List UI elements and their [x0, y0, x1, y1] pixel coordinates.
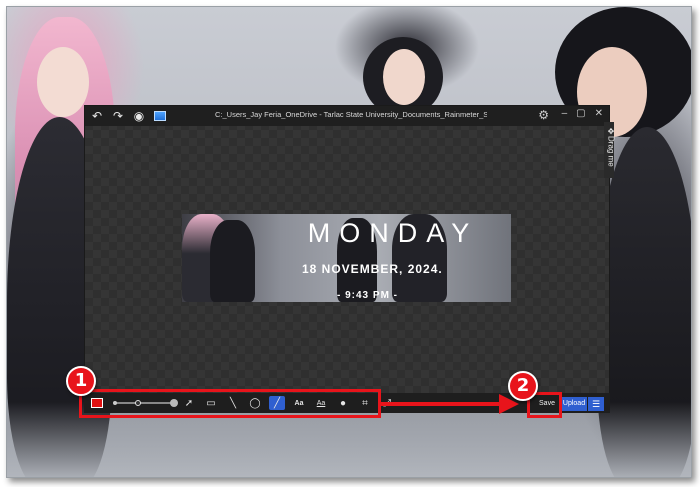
- annotation-arrow: [381, 402, 503, 406]
- redo-icon[interactable]: ↷: [109, 108, 127, 124]
- captured-image-preview: MONDAY 18 NOVEMBER, 2024. - 9:43 PM -: [182, 214, 511, 302]
- window-controls: – ▢ ✕: [562, 108, 603, 119]
- move-icon: ✥: [606, 127, 616, 136]
- background-figure-face: [383, 49, 425, 105]
- camera-icon[interactable]: ◉: [130, 108, 148, 124]
- minimize-icon[interactable]: –: [562, 108, 568, 119]
- preview-figure: [210, 220, 255, 302]
- title-bar[interactable]: ↶ ↷ ◉ C:_Users_Jay Feria_OneDrive - Tarl…: [85, 106, 609, 126]
- annotation-highlight-toolbar: [79, 389, 381, 418]
- gear-icon[interactable]: ⚙: [538, 108, 549, 122]
- preview-date-text: 18 NOVEMBER, 2024.: [302, 262, 443, 276]
- drag-handle-label: Drag me: [606, 136, 616, 167]
- menu-icon[interactable]: ☰: [588, 397, 604, 411]
- preview-time-text: - 9:43 PM -: [337, 290, 399, 301]
- drag-handle[interactable]: ✥ Drag me: [604, 127, 618, 179]
- step-badge-1: 1: [66, 366, 96, 396]
- window-title: C:_Users_Jay Feria_OneDrive - Tarlac Sta…: [215, 110, 487, 119]
- step-badge-2: 2: [508, 371, 538, 401]
- image-icon[interactable]: [154, 111, 166, 121]
- upload-button[interactable]: Upload: [561, 397, 587, 411]
- maximize-icon[interactable]: ▢: [576, 108, 585, 119]
- undo-icon[interactable]: ↶: [88, 108, 106, 124]
- background-figure-face: [37, 47, 89, 117]
- preview-day-text: MONDAY: [307, 218, 479, 248]
- screenshot-editor-window: ↶ ↷ ◉ C:_Users_Jay Feria_OneDrive - Tarl…: [84, 105, 610, 413]
- close-icon[interactable]: ✕: [595, 108, 603, 119]
